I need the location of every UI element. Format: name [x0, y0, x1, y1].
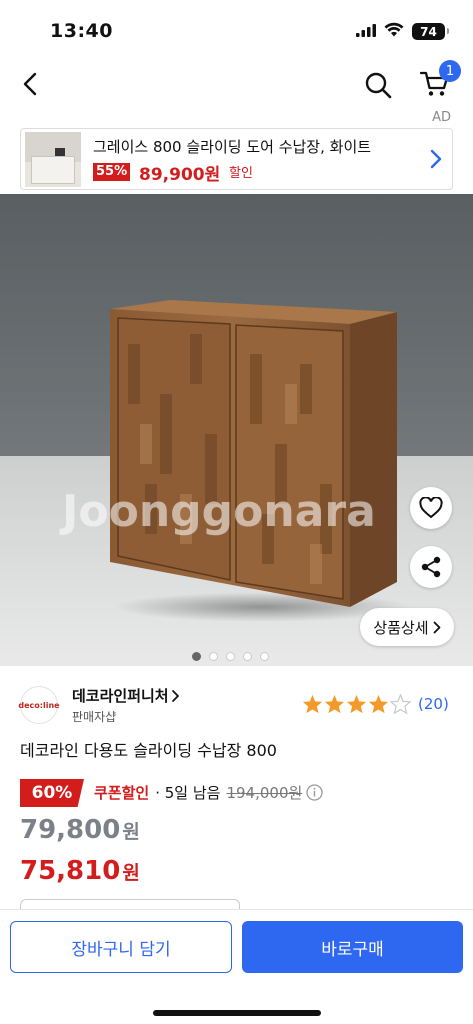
product-detail-label: 상품상세: [373, 618, 429, 637]
product-title: 데코라인 다용도 슬라이딩 수납장 800: [20, 741, 277, 760]
info-icon[interactable]: [306, 784, 323, 801]
star-empty-icon: [390, 694, 411, 714]
carousel-dot[interactable]: [260, 652, 269, 661]
share-button[interactable]: [410, 546, 452, 588]
back-button[interactable]: [14, 68, 46, 100]
final-price: 75,810 원: [20, 856, 140, 886]
wifi-icon: [384, 22, 404, 41]
carousel-dots: [192, 652, 269, 661]
ad-title: 그레이스 800 슬라이딩 도어 수납장, 화이트: [93, 138, 372, 156]
home-indicator: [153, 1010, 321, 1016]
add-to-cart-button[interactable]: 장바구니 담기: [10, 921, 232, 973]
ad-price: 89,900원: [139, 165, 221, 185]
carousel-dot[interactable]: [243, 652, 252, 661]
status-time: 13:40: [50, 20, 113, 42]
discount-badge: 60%: [20, 779, 84, 807]
cart-button[interactable]: 1: [415, 60, 461, 102]
carousel-dot[interactable]: [192, 652, 201, 661]
coupon-row: 쿠폰할인 · 5일 남음 194,000원: [94, 782, 323, 803]
final-price-value: 75,810: [20, 856, 121, 886]
ad-thumbnail: [25, 132, 81, 187]
search-icon: [365, 72, 392, 99]
star-filled-icon: [302, 694, 323, 714]
product-photo: [110, 300, 397, 607]
status-icons: 74: [356, 22, 449, 41]
review-count: (20): [418, 695, 449, 713]
coupon-remaining: · 5일 남음: [155, 784, 221, 802]
back-arrow-icon: [23, 72, 37, 96]
seller-name: 데코라인퍼니처: [72, 687, 169, 705]
coupon-label: 쿠폰할인: [94, 784, 150, 802]
cart-count-badge: 1: [439, 60, 461, 82]
buy-now-button[interactable]: 바로구매: [242, 921, 463, 973]
watermark: Joonggonara: [62, 486, 376, 537]
currency-unit: 원: [122, 862, 140, 884]
signal-icon: [356, 22, 376, 41]
ad-label: AD: [432, 110, 451, 125]
seller-type: 판매자샵: [72, 710, 117, 724]
star-filled-icon: [368, 694, 389, 714]
status-bar: 13:40 74: [0, 0, 473, 58]
product-image-carousel[interactable]: Joonggonara 상품상세: [0, 194, 473, 666]
star-filled-icon: [324, 694, 345, 714]
battery-icon: 74: [412, 23, 449, 40]
share-icon: [421, 556, 441, 578]
price-before-coupon-value: 79,800: [20, 815, 121, 845]
star-filled-icon: [346, 694, 367, 714]
carousel-dot[interactable]: [209, 652, 218, 661]
ad-discount-badge: 55%: [93, 163, 131, 181]
chevron-right-icon: [433, 621, 440, 633]
ad-banner[interactable]: 그레이스 800 슬라이딩 도어 수납장, 화이트 55% 89,900원 할인: [20, 128, 453, 190]
ad-sale-label: 할인: [229, 166, 253, 181]
search-button[interactable]: [361, 68, 395, 102]
currency-unit: 원: [122, 821, 140, 843]
chevron-right-icon: [171, 689, 179, 702]
product-detail-button[interactable]: 상품상세: [360, 608, 454, 646]
chevron-right-icon: [430, 149, 442, 173]
top-navigation: 1 AD: [0, 58, 473, 125]
seller-logo[interactable]: deco:line: [18, 686, 60, 724]
seller-name-link[interactable]: 데코라인퍼니처: [72, 685, 180, 706]
carousel-dot[interactable]: [226, 652, 235, 661]
wishlist-button[interactable]: [410, 487, 452, 529]
original-price: 194,000원: [226, 784, 303, 802]
heart-icon: [419, 497, 443, 519]
price-before-coupon: 79,800 원: [20, 815, 140, 845]
bottom-action-bar: 장바구니 담기 바로구매: [0, 909, 473, 1024]
rating[interactable]: (20): [302, 694, 449, 714]
